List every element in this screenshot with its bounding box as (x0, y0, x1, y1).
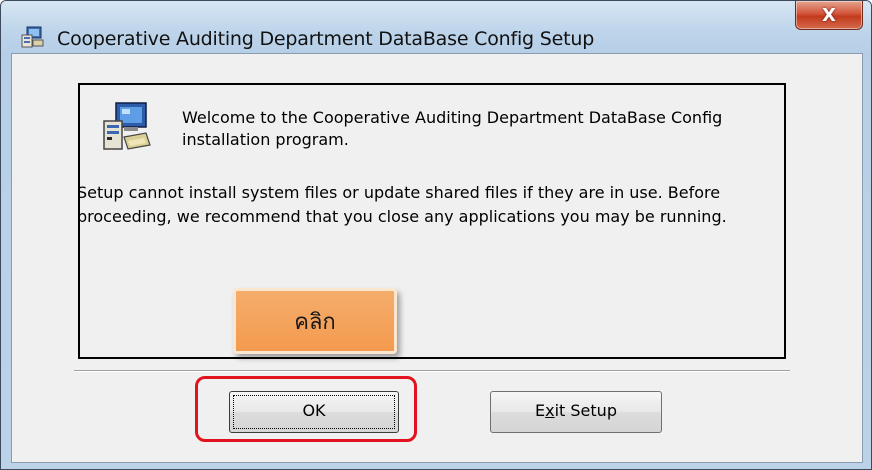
click-callout: คลิก (233, 288, 397, 354)
close-button[interactable]: X (795, 1, 863, 30)
computer-setup-icon (103, 102, 151, 150)
warning-message: Setup cannot install system files or upd… (77, 183, 727, 226)
exit-label-mnemonic: x (545, 401, 555, 420)
exit-setup-button[interactable]: Exit Setup (490, 391, 662, 433)
welcome-message: Welcome to the Cooperative Auditing Depa… (182, 108, 723, 149)
callout-text: คลิก (294, 309, 336, 335)
title-bar[interactable]: Cooperative Auditing Department DataBase… (1, 1, 871, 53)
ok-button-highlight (195, 376, 417, 442)
dialog-client-area: Welcome to the Cooperative Auditing Depa… (11, 53, 863, 463)
setup-dialog-window: Cooperative Auditing Department DataBase… (0, 0, 872, 470)
exit-label-suffix: it Setup (554, 401, 617, 420)
window-title: Cooperative Auditing Department DataBase… (57, 28, 595, 50)
setup-app-icon (21, 26, 44, 48)
message-panel: Welcome to the Cooperative Auditing Depa… (77, 83, 786, 359)
close-icon: X (822, 4, 836, 26)
exit-label-prefix: E (535, 401, 546, 420)
divider (74, 370, 790, 372)
